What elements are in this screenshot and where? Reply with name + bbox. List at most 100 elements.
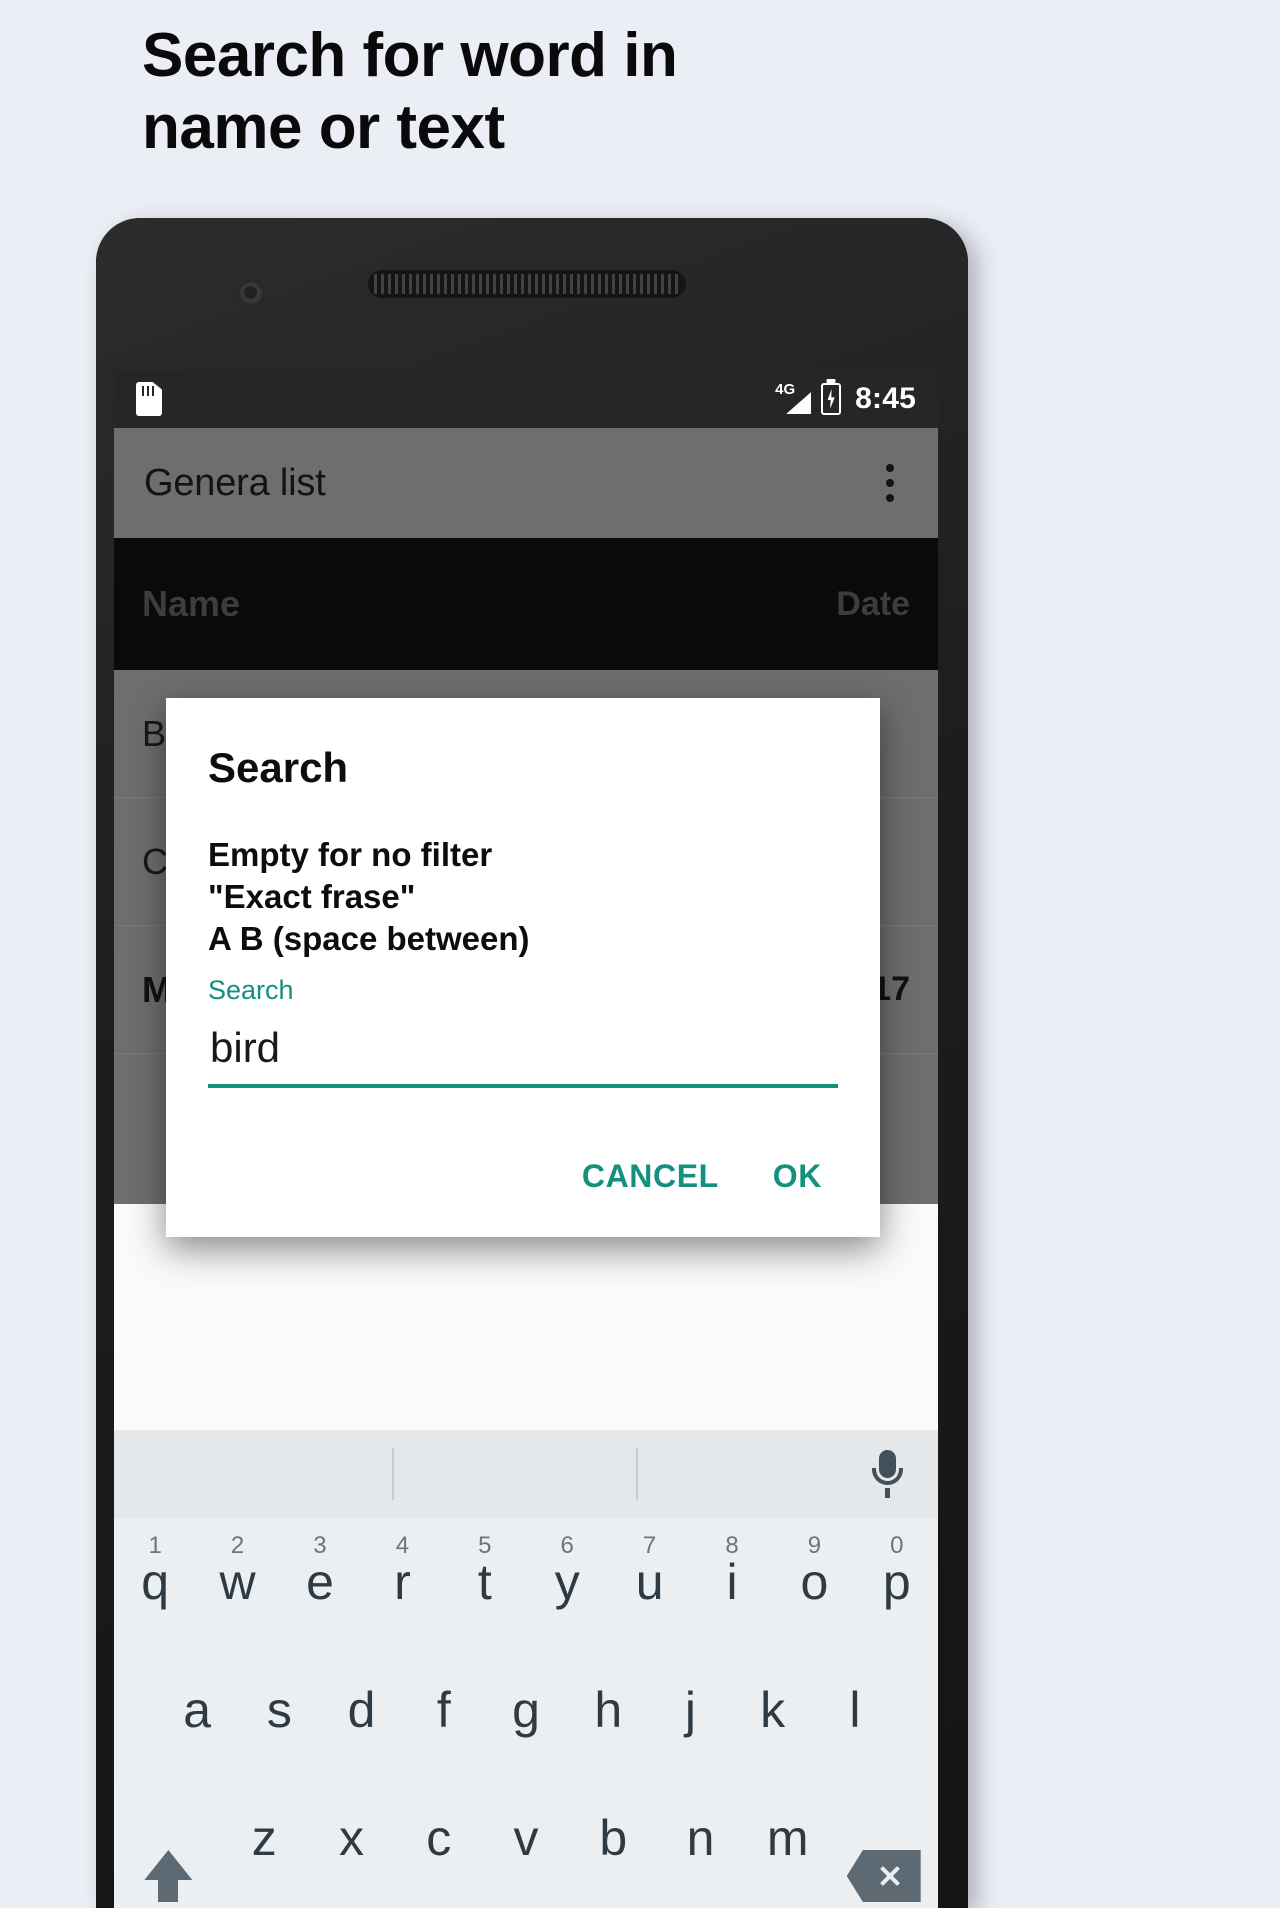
list-header-row: Name Date [114, 538, 938, 670]
keyboard-rows: 1q 2w 3e 4r 5t 6y 7u 8i 9o 0p a s d f g [114, 1518, 938, 1908]
search-input-label: Search [208, 974, 294, 1005]
key-l[interactable]: l [814, 1646, 896, 1774]
key-w-number: 2 [230, 1532, 245, 1559]
key-i-number: 8 [725, 1532, 739, 1559]
promo-heading: Search for word in name or text [142, 20, 982, 164]
key-d[interactable]: d [320, 1646, 402, 1774]
key-o[interactable]: 9o [773, 1518, 855, 1646]
key-p-label: p [882, 1554, 911, 1610]
sd-card-icon [136, 382, 162, 416]
status-bar-clock: 8:45 [855, 382, 916, 415]
key-i-label: i [726, 1554, 738, 1610]
key-a-label: a [183, 1682, 212, 1738]
key-y-number: 6 [560, 1532, 574, 1559]
key-p[interactable]: 0p [856, 1518, 938, 1646]
key-v-label: v [513, 1810, 539, 1866]
keyboard-row-1: 1q 2w 3e 4r 5t 6y 7u 8i 9o 0p [114, 1518, 938, 1646]
status-bar-right: 4G 8:45 [775, 382, 916, 416]
key-i[interactable]: 8i [691, 1518, 773, 1646]
key-t-number: 5 [478, 1532, 492, 1559]
suggestion-bar[interactable] [114, 1430, 938, 1518]
key-h[interactable]: h [567, 1646, 649, 1774]
key-h-label: h [594, 1682, 623, 1738]
dialog-title: Search [208, 744, 349, 791]
key-q[interactable]: 1q [114, 1518, 196, 1646]
key-o-number: 9 [807, 1532, 822, 1559]
key-w[interactable]: 2w [196, 1518, 278, 1646]
backspace-icon[interactable] [831, 1850, 936, 1902]
key-x-label: x [339, 1810, 365, 1866]
key-t-label: t [477, 1554, 492, 1610]
key-b[interactable]: b [570, 1774, 657, 1902]
key-c-label: c [426, 1810, 452, 1866]
key-s-label: s [266, 1682, 292, 1738]
signal-bars-icon: 4G [775, 381, 812, 416]
shift-icon[interactable] [116, 1850, 221, 1902]
key-q-label: q [141, 1554, 170, 1610]
key-z-label: z [251, 1810, 277, 1866]
promo-heading-line1: Search for word in [142, 21, 678, 90]
key-l-label: l [849, 1682, 861, 1738]
key-f-label: f [436, 1682, 451, 1738]
key-p-number: 0 [890, 1532, 904, 1559]
key-u-label: u [635, 1554, 664, 1610]
key-v[interactable]: v [482, 1774, 569, 1902]
keyboard-row-2: a s d f g h j k l [114, 1646, 938, 1774]
network-type-label: 4G [775, 381, 796, 398]
key-m-label: m [766, 1810, 809, 1866]
key-u[interactable]: 7u [608, 1518, 690, 1646]
key-f[interactable]: f [403, 1646, 485, 1774]
dialog-message-line3: A B (space between) [208, 920, 530, 958]
key-a[interactable]: a [156, 1646, 238, 1774]
key-b-label: b [599, 1810, 628, 1866]
key-k-label: k [760, 1682, 786, 1738]
key-c[interactable]: c [395, 1774, 482, 1902]
key-e-number: 3 [313, 1532, 327, 1559]
key-j-label: j [684, 1682, 696, 1738]
page-title: Genera list [144, 461, 326, 504]
key-j[interactable]: j [649, 1646, 731, 1774]
key-e-label: e [306, 1554, 334, 1610]
key-z[interactable]: z [221, 1774, 308, 1902]
column-header-name: Name [142, 583, 241, 624]
overflow-menu-icon[interactable] [868, 461, 912, 505]
dialog-message-line2: "Exact frase" [208, 878, 416, 916]
promo-heading-line2: name or text [142, 92, 505, 162]
key-y[interactable]: 6y [526, 1518, 608, 1646]
key-q-number: 1 [148, 1532, 162, 1559]
key-x[interactable]: x [308, 1774, 395, 1902]
search-dialog: Search Empty for no filter "Exact frase"… [166, 698, 880, 1237]
key-g-label: g [512, 1682, 540, 1738]
battery-charging-icon [821, 383, 842, 415]
key-w-label: w [219, 1554, 256, 1610]
key-g[interactable]: g [485, 1646, 567, 1774]
key-n-label: n [686, 1810, 715, 1866]
key-m[interactable]: m [744, 1774, 831, 1902]
earpiece-speaker-icon [368, 270, 686, 298]
keyboard-row-3: z x c v b n m [114, 1774, 938, 1902]
front-camera-icon [238, 280, 264, 306]
status-bar: 4G 8:45 [114, 370, 938, 428]
ok-button[interactable]: OK [757, 1148, 838, 1205]
key-s[interactable]: s [238, 1646, 320, 1774]
app-bar: Genera list [114, 428, 938, 538]
search-input[interactable] [208, 1017, 838, 1088]
key-e[interactable]: 3e [279, 1518, 361, 1646]
key-k[interactable]: k [732, 1646, 814, 1774]
microphone-icon[interactable] [872, 1450, 903, 1498]
phone-device: 4G 8:45 Genera list Name Date Search Emp… [96, 218, 968, 1908]
key-o-label: o [800, 1554, 829, 1610]
cancel-button[interactable]: CANCEL [566, 1148, 735, 1205]
phone-screen: 4G 8:45 Genera list Name Date Search Emp… [114, 370, 938, 1908]
key-r-number: 4 [395, 1532, 410, 1559]
key-r[interactable]: 4r [361, 1518, 443, 1646]
column-header-date: Date [836, 584, 910, 623]
key-n[interactable]: n [657, 1774, 744, 1902]
on-screen-keyboard: 1q 2w 3e 4r 5t 6y 7u 8i 9o 0p a s d f g [114, 1430, 938, 1908]
key-r-label: r [394, 1554, 411, 1610]
dialog-message: Empty for no filter "Exact frase" A B (s… [208, 834, 838, 961]
dialog-message-line1: Empty for no filter [208, 836, 493, 873]
key-t[interactable]: 5t [444, 1518, 526, 1646]
key-d-label: d [347, 1682, 376, 1738]
key-u-number: 7 [642, 1532, 657, 1559]
